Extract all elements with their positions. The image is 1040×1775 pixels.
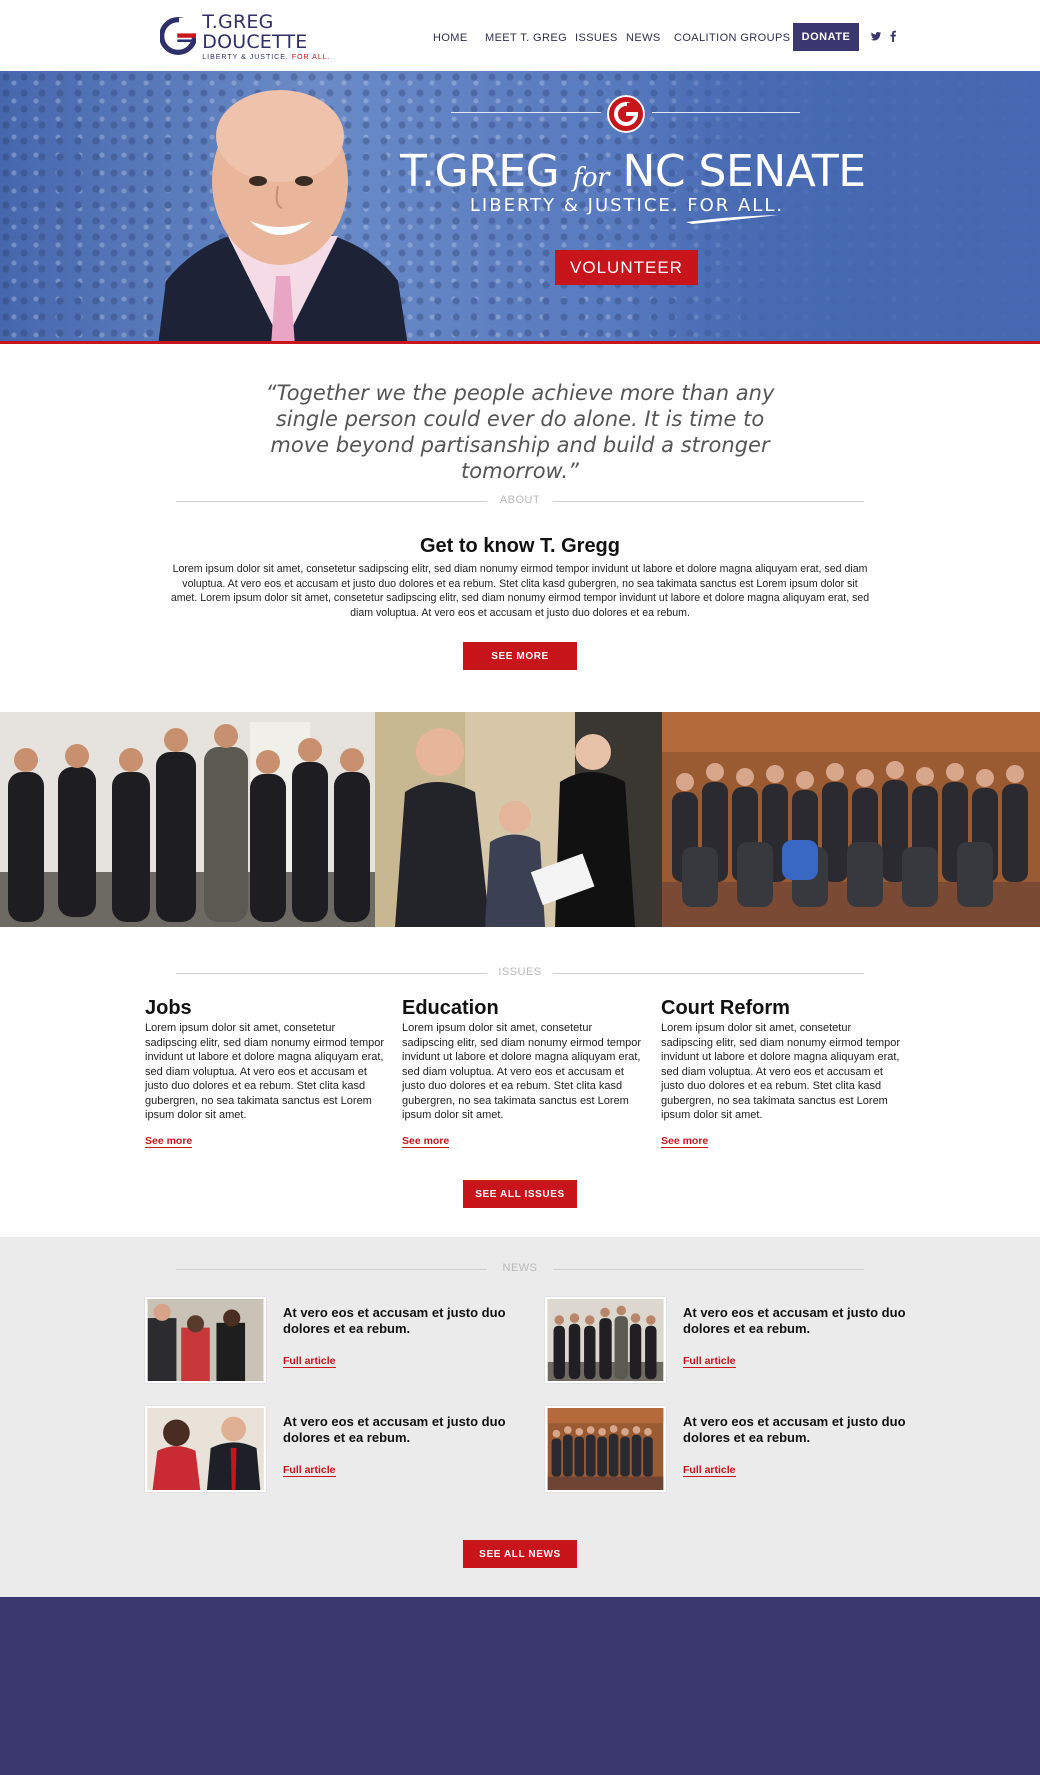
issue-title: Education (402, 997, 499, 1019)
campaign-quote: “Together we the people achieve more tha… (265, 381, 775, 483)
logo-tagline: LIBERTY & JUSTICE. FOR ALL. (202, 53, 331, 61)
hero-subtitle: LIBERTY & JUSTICE. FOR ALL. (469, 195, 785, 216)
issue-card-jobs: Jobs Lorem ipsum dolor sit amet, consete… (145, 995, 385, 1149)
news-thumbnail[interactable] (145, 1406, 266, 1492)
team-photo (0, 712, 375, 927)
nav-news[interactable]: NEWS (626, 32, 661, 44)
hero-title: T.GREG for NC SENATE (400, 146, 866, 197)
hero-swoosh (686, 215, 778, 224)
about-section-label: ABOUT (499, 494, 541, 506)
issue-title: Court Reform (661, 997, 790, 1019)
candidate-portrait (158, 90, 408, 341)
site-logo[interactable]: T.GREG DOUCETTE LIBERTY & JUSTICE. FOR A… (160, 10, 360, 61)
news-title[interactable]: At vero eos et accusam et justo duo dolo… (283, 1414, 523, 1446)
issue-card-education: Education Lorem ipsum dolor sit amet, co… (402, 995, 642, 1149)
full-article-link[interactable]: Full article (683, 1464, 736, 1477)
hero-banner: T.GREG for NC SENATE LIBERTY & JUSTICE. … (0, 71, 1040, 344)
campaign-seal-icon (607, 95, 645, 133)
site-footer (0, 1597, 1040, 1775)
issue-see-more-link[interactable]: See more (402, 1135, 450, 1148)
see-more-button[interactable]: SEE MORE (463, 642, 577, 670)
twitter-icon[interactable] (870, 30, 882, 42)
about-title: Get to know T. Gregg (419, 535, 620, 557)
logo-name: T.GREG DOUCETTE (202, 10, 308, 53)
nav-issues[interactable]: ISSUES (575, 32, 618, 44)
news-title[interactable]: At vero eos et accusam et justo duo dolo… (683, 1414, 923, 1446)
news-item: At vero eos et accusam et justo duo dolo… (145, 1406, 525, 1494)
issue-body: Lorem ipsum dolor sit amet, consetetur s… (145, 1022, 385, 1121)
issue-card-court-reform: Court Reform Lorem ipsum dolor sit amet,… (661, 995, 901, 1149)
facebook-icon[interactable] (887, 30, 899, 42)
site-header: T.GREG DOUCETTE LIBERTY & JUSTICE. FOR A… (0, 0, 1040, 71)
donate-button[interactable]: DONATE (793, 23, 859, 51)
full-article-link[interactable]: Full article (283, 1355, 336, 1368)
issue-see-more-link[interactable]: See more (661, 1135, 709, 1148)
group-photo (662, 712, 1040, 927)
news-item: At vero eos et accusam et justo duo dolo… (145, 1297, 525, 1385)
news-title[interactable]: At vero eos et accusam et justo duo dolo… (683, 1305, 923, 1337)
see-all-issues-button[interactable]: SEE ALL ISSUES (463, 1180, 577, 1208)
news-thumbnail[interactable] (545, 1297, 666, 1383)
logo-g-icon (160, 17, 197, 55)
nav-home[interactable]: HOME (433, 32, 468, 44)
issue-title: Jobs (145, 997, 192, 1019)
news-thumbnail[interactable] (145, 1297, 266, 1383)
swearing-in-photo (375, 712, 662, 927)
news-title[interactable]: At vero eos et accusam et justo duo dolo… (283, 1305, 523, 1337)
see-all-news-button[interactable]: SEE ALL NEWS (463, 1540, 577, 1568)
news-item: At vero eos et accusam et justo duo dolo… (545, 1297, 925, 1385)
news-section-label: NEWS (502, 1262, 538, 1274)
news-section: NEWS At vero eos et accusam et justo duo… (0, 1237, 1040, 1597)
about-body: Lorem ipsum dolor sit amet, consetetur s… (170, 563, 870, 619)
news-thumbnail[interactable] (545, 1406, 666, 1492)
nav-coalition-groups[interactable]: COALITION GROUPS (674, 32, 790, 44)
issue-body: Lorem ipsum dolor sit amet, consetetur s… (402, 1022, 642, 1121)
full-article-link[interactable]: Full article (283, 1464, 336, 1477)
volunteer-button[interactable]: VOLUNTEER (555, 250, 698, 285)
news-item: At vero eos et accusam et justo duo dolo… (545, 1406, 925, 1494)
nav-meet-t-greg[interactable]: MEET T. GREG (485, 32, 567, 44)
full-article-link[interactable]: Full article (683, 1355, 736, 1368)
issue-body: Lorem ipsum dolor sit amet, consetetur s… (661, 1022, 901, 1121)
issues-section-label: ISSUES (498, 966, 542, 978)
issue-see-more-link[interactable]: See more (145, 1135, 193, 1148)
